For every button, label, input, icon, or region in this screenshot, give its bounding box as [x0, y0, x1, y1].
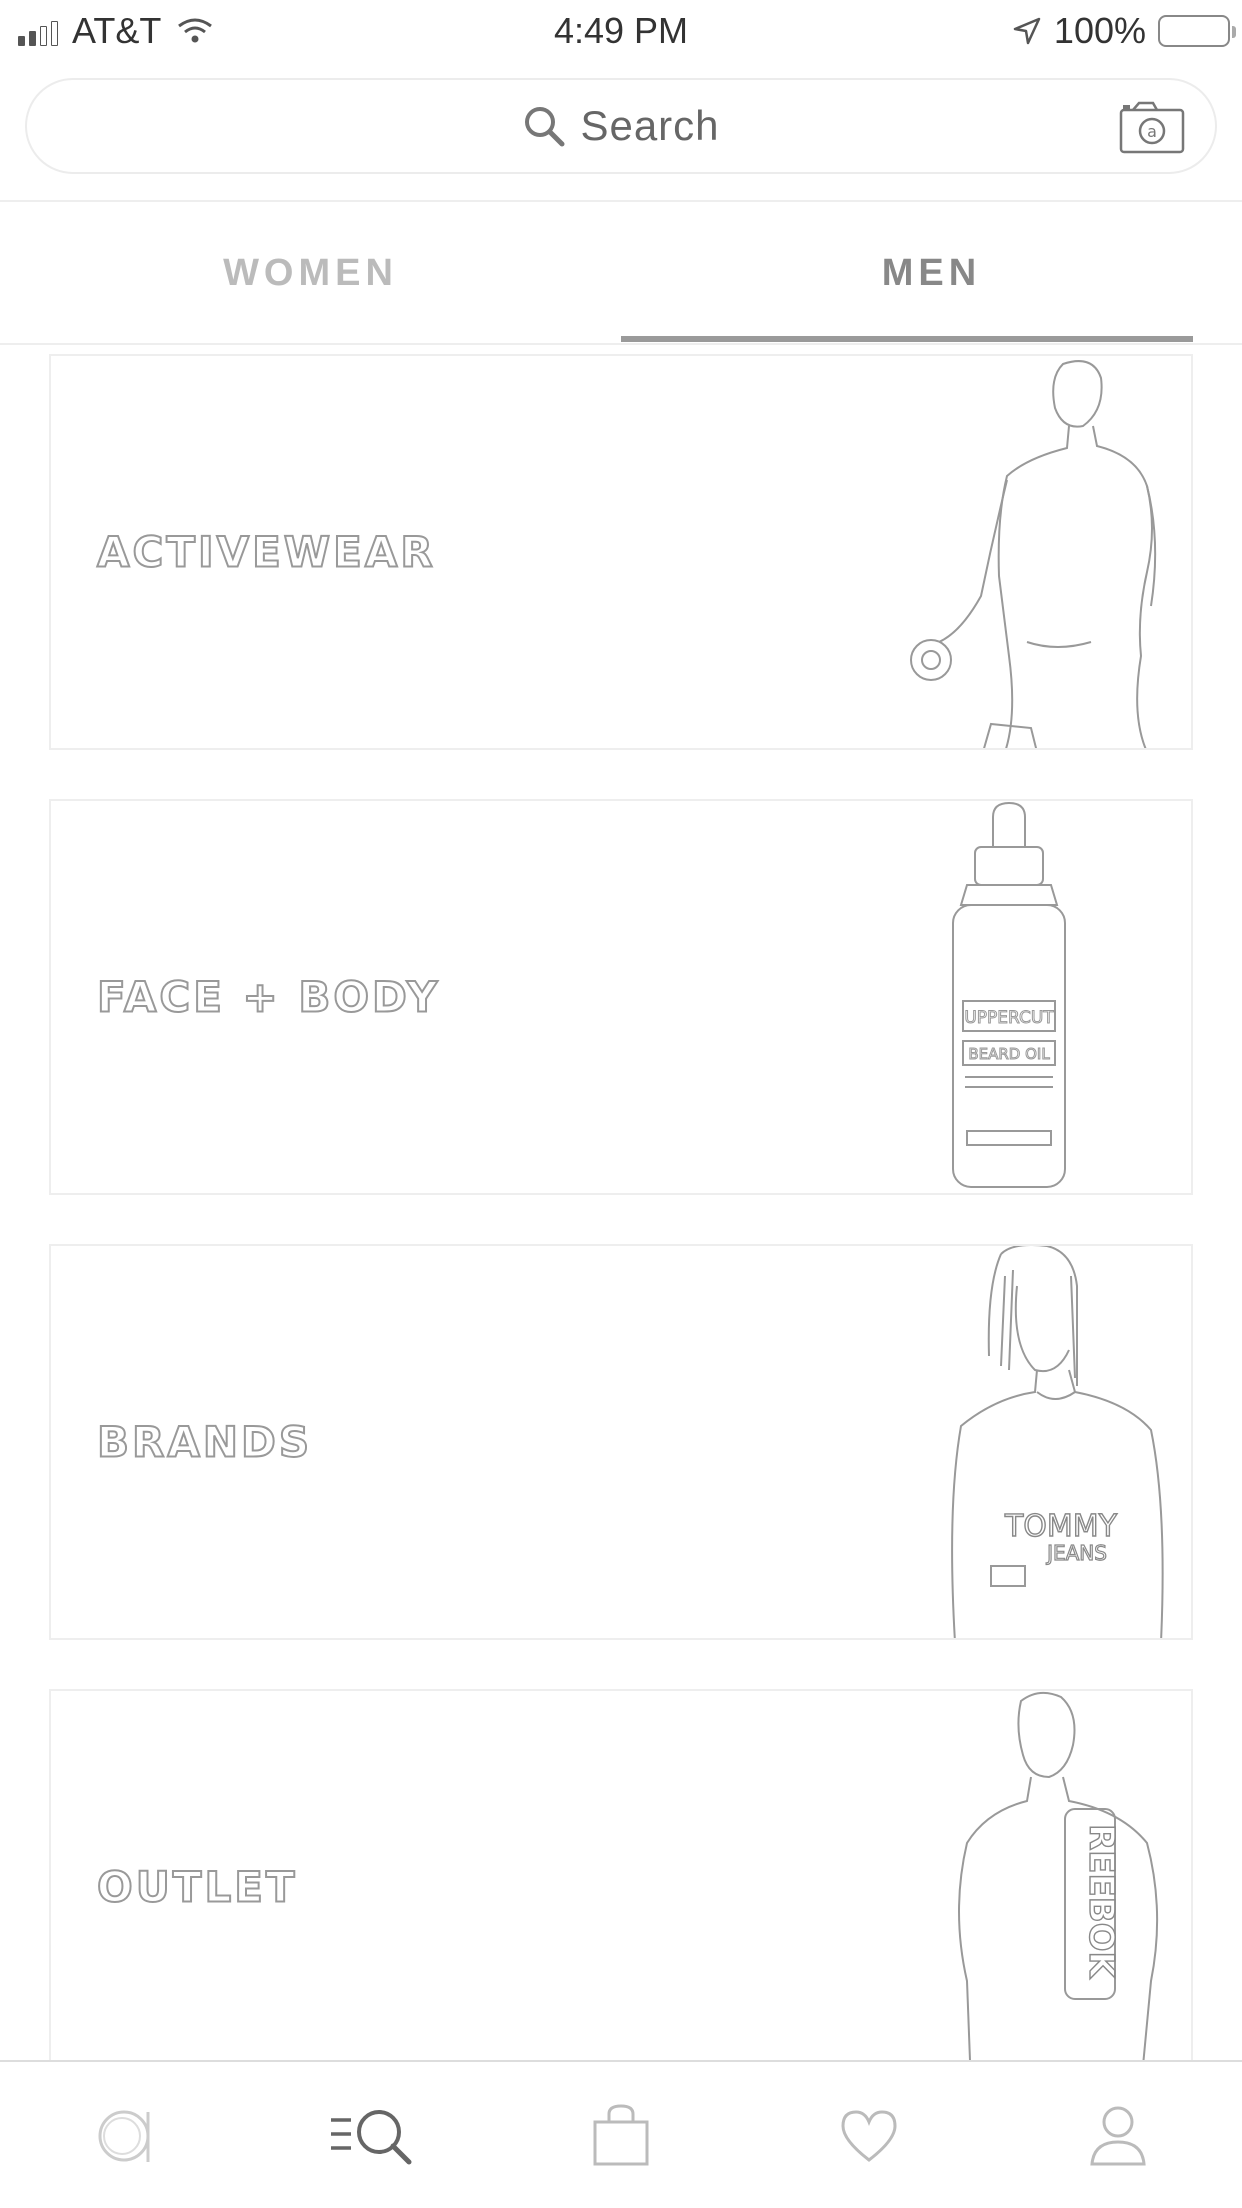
category-card-outlet[interactable]: OUTLET REEBOK [49, 1689, 1193, 2085]
svg-text:a: a [1147, 122, 1157, 141]
heart-icon [841, 2110, 897, 2162]
tab-men[interactable]: MEN [621, 202, 1242, 344]
bottle-label-product: BEARD OIL [968, 1045, 1050, 1063]
bag-icon [593, 2104, 649, 2166]
gender-tabs: WOMEN MEN [0, 202, 1242, 344]
category-card-brands[interactable]: BRANDS TOMMY JEANS [49, 1244, 1193, 1640]
tab-bar-home[interactable] [0, 2062, 248, 2208]
bottle-label-brand: UPPERCUT [964, 1008, 1054, 1028]
tee-print-vertical: REEBOK [1081, 1824, 1121, 1979]
man-with-dumbbell-image [910, 360, 1157, 748]
battery-percent: 100% [1053, 10, 1146, 51]
tabs-divider [0, 343, 1242, 345]
tab-bar-bag[interactable] [497, 2062, 745, 2208]
man-in-tommy-jeans-tee-image: TOMMY JEANS [951, 1246, 1164, 1638]
search-bar[interactable]: Search a [25, 78, 1217, 174]
category-card-face-body[interactable]: FACE + BODY UPPERCUT BEARD OIL [49, 799, 1193, 1195]
tab-bar-account[interactable] [994, 2062, 1242, 2208]
tab-women[interactable]: WOMEN [0, 202, 621, 344]
person-icon [1090, 2106, 1146, 2166]
app-screen: AT&T 4:49 PM 100% Search a WOMEN MEN ACT… [0, 0, 1242, 2208]
category-label: OUTLET [96, 1862, 298, 1913]
camera-icon[interactable]: a [1119, 100, 1185, 154]
search-field[interactable]: Search [27, 80, 1215, 172]
category-label: FACE + BODY [96, 972, 441, 1023]
tee-print-line-1: TOMMY [1004, 1509, 1118, 1544]
status-right: 100% [1012, 10, 1236, 52]
tab-bar-saved[interactable] [745, 2062, 993, 2208]
search-list-icon [331, 2110, 412, 2165]
bottom-tab-bar [0, 2060, 1242, 2208]
location-arrow-icon [1013, 17, 1041, 45]
status-bar: AT&T 4:49 PM 100% [0, 0, 1242, 62]
selected-tab-indicator [621, 336, 1193, 342]
search-icon [525, 107, 565, 147]
tee-print-line-2: JEANS [1045, 1541, 1107, 1565]
beard-oil-bottle-image: UPPERCUT BEARD OIL [952, 801, 1066, 1188]
category-label: BRANDS [96, 1417, 313, 1468]
asos-logo-icon [98, 2110, 150, 2162]
category-card-activewear[interactable]: ACTIVEWEAR [49, 354, 1193, 750]
battery-icon [1158, 15, 1236, 47]
search-placeholder: Search [580, 102, 720, 149]
category-label: ACTIVEWEAR [96, 527, 436, 578]
man-in-reebok-tee-image: REEBOK [958, 1691, 1159, 2083]
tab-bar-search[interactable] [248, 2062, 496, 2208]
